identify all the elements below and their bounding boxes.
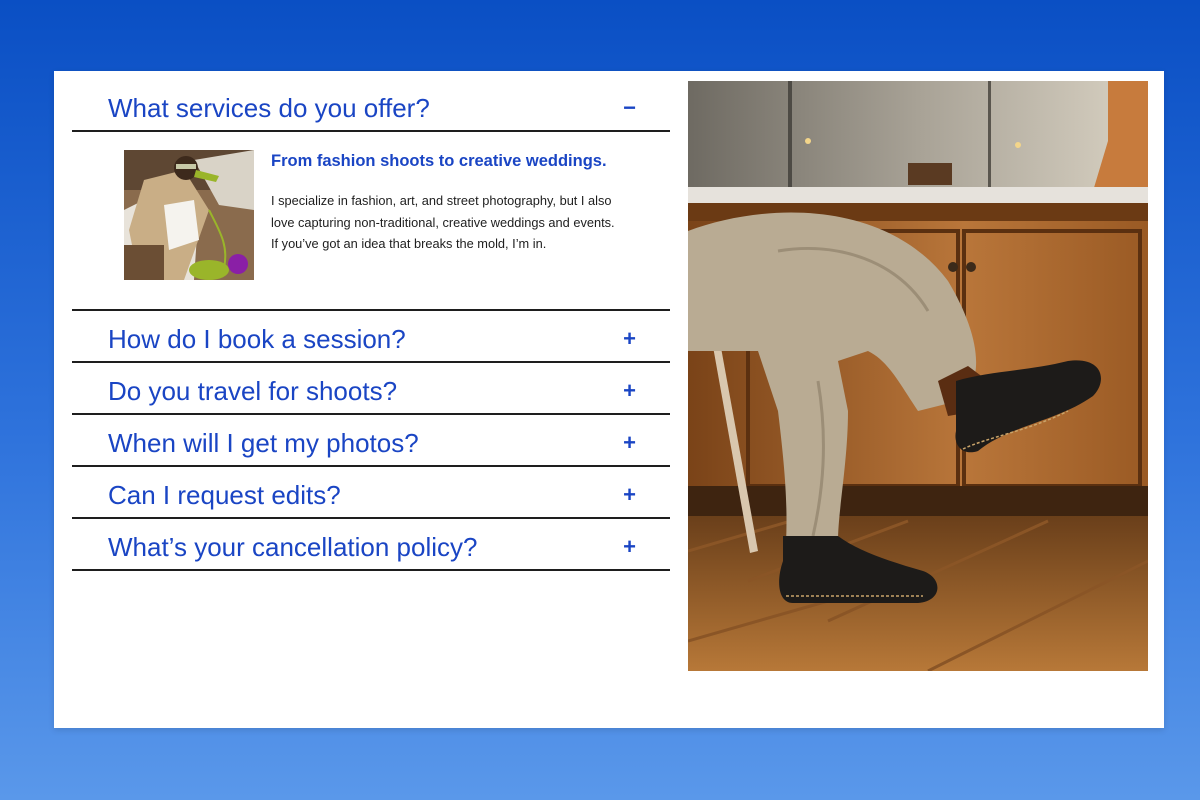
faq-item: When will I get my photos? + [72,415,670,467]
faq-question[interactable]: Do you travel for shoots? [108,376,397,407]
faq-question-row[interactable]: When will I get my photos? + [72,415,670,465]
faq-item: What’s your cancellation policy? + [72,519,670,571]
answer-thumbnail-image [124,150,254,280]
faq-accordion: What services do you offer? − From fashi… [72,71,670,571]
faq-item: Do you travel for shoots? + [72,363,670,415]
faq-question-row[interactable]: What’s your cancellation policy? + [72,519,670,569]
faq-question[interactable]: Can I request edits? [108,480,341,511]
faq-item: Can I request edits? + [72,467,670,519]
faq-question-row[interactable]: Do you travel for shoots? + [72,363,670,413]
hero-photo [688,81,1148,671]
expand-icon[interactable]: + [623,536,636,558]
expand-icon[interactable]: + [623,484,636,506]
faq-answer-panel: From fashion shoots to creative weddings… [72,132,670,311]
expand-icon[interactable]: + [623,380,636,402]
faq-question[interactable]: When will I get my photos? [108,428,419,459]
faq-question-row[interactable]: How do I book a session? + [72,311,670,361]
seated-legs-photo [688,81,1148,671]
faq-question-row[interactable]: Can I request edits? + [72,467,670,517]
faq-question[interactable]: What services do you offer? [108,93,430,124]
portrait-photo [124,150,254,280]
answer-title: From fashion shoots to creative weddings… [271,152,607,170]
faq-card: What services do you offer? − From fashi… [54,71,1164,728]
faq-item: How do I book a session? + [72,311,670,363]
collapse-icon[interactable]: − [623,97,636,119]
faq-question-row[interactable]: What services do you offer? − [72,71,670,130]
answer-text: I specialize in fashion, art, and street… [271,193,615,251]
faq-question[interactable]: What’s your cancellation policy? [108,532,477,563]
faq-item: What services do you offer? − [72,71,670,132]
expand-icon[interactable]: + [623,432,636,454]
expand-icon[interactable]: + [623,328,636,350]
faq-question[interactable]: How do I book a session? [108,324,406,355]
